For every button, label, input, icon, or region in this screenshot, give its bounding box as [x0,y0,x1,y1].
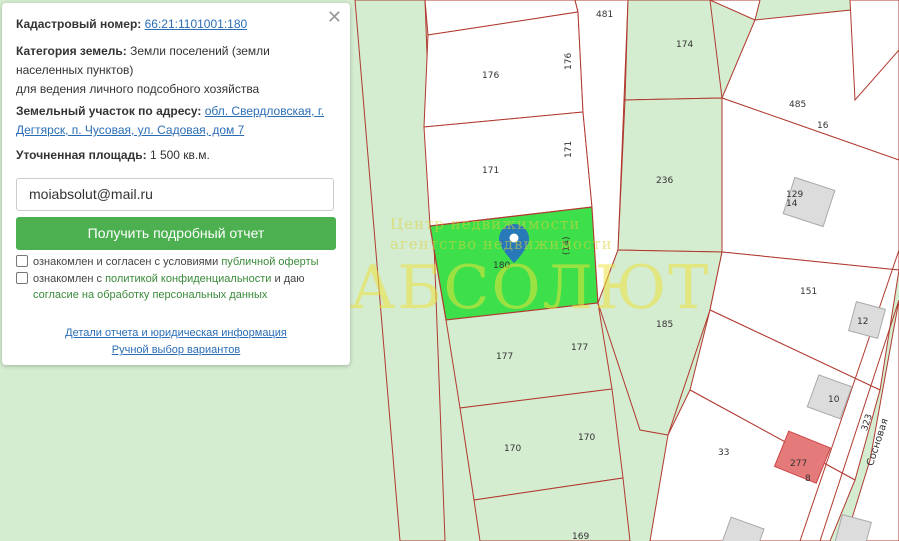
category-value-line1: Земли поселений (земли [130,44,270,58]
parcel-171[interactable] [423,111,593,227]
cadastral-number-link[interactable]: 66:21:1101001:180 [145,17,248,31]
cadastral-label: Кадастровый номер: [16,17,142,31]
category-value-line3: для ведения личного подсобного хозяйства [16,82,260,96]
consent-privacy-checkbox[interactable] [16,272,28,284]
address-label: Земельный участок по адресу: [16,104,202,118]
parcel-label-14-vertical: (14) [562,237,572,255]
category-row: Категория земель: Земли поселений (земли… [16,42,336,99]
parcel-label-171: 171 [482,166,499,176]
area-row: Уточненная площадь: 1 500 кв.м. [16,146,336,165]
parcel-label-151: 151 [800,287,817,297]
privacy-policy-link[interactable]: политикой конфиденциальности [105,273,271,285]
parcel-label-16: 16 [817,121,829,131]
consent-offer-text: ознакомлен и согласен с условиями [33,256,219,268]
parcel-label-176-vertical: 176 [564,53,574,70]
parcel-label-12: 12 [857,317,868,327]
parcel-label-185: 185 [656,320,673,330]
address-link-line2[interactable]: Дегтярск, п. Чусовая, ул. Садовая, дом 7 [16,123,244,137]
parcel-label-177: 177 [496,352,513,362]
personal-data-consent-link[interactable]: согласие на обработку персональных данны… [16,289,267,301]
parcel-label-180: 180 [493,261,510,271]
consent-privacy-text-after: и даю [274,273,305,285]
category-value-line2: населенных пунктов) [16,63,134,77]
parcel-label-177b: 177 [571,343,588,353]
cadastral-row: Кадастровый номер: 66:21:1101001:180 [16,15,336,34]
report-details-link[interactable]: Детали отчета и юридическая информация [2,325,350,341]
get-report-button[interactable]: Получить подробный отчет [16,217,336,250]
parcel-label-170: 170 [504,444,521,454]
parcel-label-176: 176 [482,71,499,81]
manual-selection-link[interactable]: Ручной выбор вариантов [2,342,350,358]
parcel-label-236: 236 [656,176,673,186]
parcel-label-14: 14 [786,199,798,209]
parcel-info-panel: ✕ Кадастровый номер: 66:21:1101001:180 К… [2,3,350,365]
parcel-label-485: 485 [789,100,806,110]
parcel-180-selected[interactable] [429,206,599,321]
parcel-label-169: 169 [572,532,589,541]
parcel-174[interactable] [624,0,723,101]
parcel-label-171-vertical: 171 [564,141,574,158]
public-offer-link[interactable]: публичной оферты [221,256,318,268]
category-label: Категория земель: [16,44,127,58]
consent-privacy-text: ознакомлен с [33,273,103,285]
parcel-label-33: 33 [718,448,729,458]
address-link-line1[interactable]: обл. Свердловская, г. [205,104,324,118]
area-value: 1 500 кв.м. [149,148,210,162]
consent-privacy-row: ознакомлен с политикой конфиденциальност… [16,271,305,303]
parcel-label-170b: 170 [578,433,595,443]
parcel-236[interactable] [617,97,723,253]
consent-offer-row: ознакомлен и согласен с условиями публич… [16,254,319,270]
parcel-label-174: 174 [676,40,693,50]
parcel-label-10: 10 [828,395,840,405]
email-field[interactable]: moiabsolut@mail.ru [16,178,334,211]
parcel-label-8: 8 [805,474,811,484]
parcel-label-277: 277 [790,459,807,469]
area-label: Уточненная площадь: [16,148,147,162]
parcel-label-481: 481 [596,10,613,20]
consent-offer-checkbox[interactable] [16,255,28,267]
address-row: Земельный участок по адресу: обл. Свердл… [16,102,336,140]
